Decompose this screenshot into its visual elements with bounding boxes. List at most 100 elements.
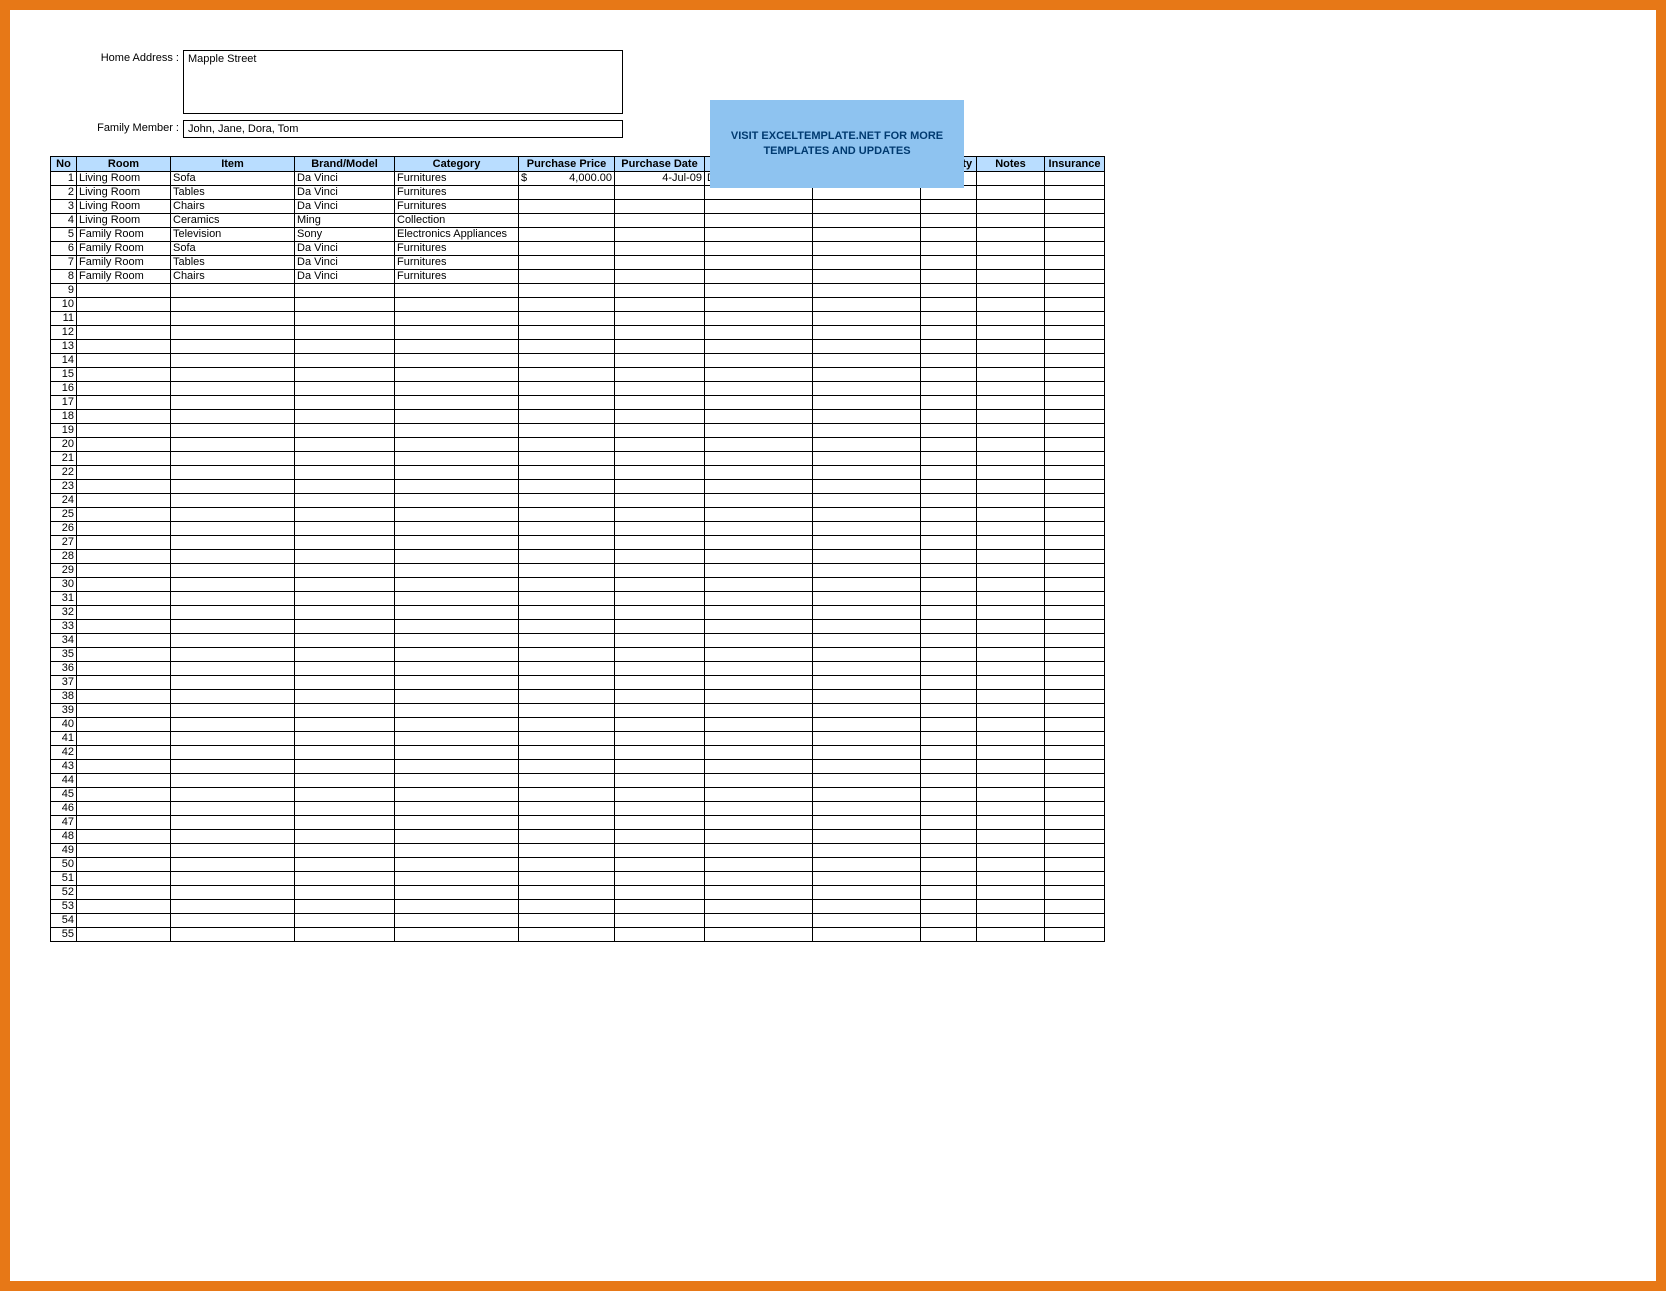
cell-item[interactable]	[171, 732, 295, 746]
cell-category[interactable]	[395, 788, 519, 802]
cell-item[interactable]	[171, 396, 295, 410]
cell-insurance[interactable]	[1045, 662, 1105, 676]
cell-store[interactable]	[705, 788, 813, 802]
cell-date[interactable]	[615, 354, 705, 368]
cell-no[interactable]: 26	[51, 522, 77, 536]
cell-price[interactable]	[519, 340, 615, 354]
cell-date[interactable]	[615, 928, 705, 942]
cell-room[interactable]	[77, 704, 171, 718]
cell-date[interactable]	[615, 256, 705, 270]
cell-category[interactable]	[395, 550, 519, 564]
cell-store[interactable]	[705, 424, 813, 438]
cell-serial[interactable]	[813, 214, 921, 228]
cell-store[interactable]	[705, 634, 813, 648]
cell-serial[interactable]	[813, 872, 921, 886]
cell-insurance[interactable]	[1045, 438, 1105, 452]
cell-store[interactable]	[705, 704, 813, 718]
cell-no[interactable]: 11	[51, 312, 77, 326]
cell-category[interactable]	[395, 830, 519, 844]
cell-category[interactable]	[395, 816, 519, 830]
cell-no[interactable]: 38	[51, 690, 77, 704]
cell-warranty[interactable]	[921, 228, 977, 242]
cell-store[interactable]	[705, 354, 813, 368]
cell-category[interactable]	[395, 606, 519, 620]
cell-insurance[interactable]	[1045, 704, 1105, 718]
cell-brand[interactable]: Da Vinci	[295, 256, 395, 270]
cell-brand[interactable]	[295, 648, 395, 662]
cell-item[interactable]	[171, 466, 295, 480]
cell-date[interactable]	[615, 396, 705, 410]
cell-room[interactable]	[77, 844, 171, 858]
cell-item[interactable]	[171, 536, 295, 550]
cell-price[interactable]	[519, 928, 615, 942]
cell-category[interactable]	[395, 886, 519, 900]
cell-price[interactable]	[519, 774, 615, 788]
cell-room[interactable]	[77, 508, 171, 522]
cell-serial[interactable]	[813, 858, 921, 872]
cell-item[interactable]	[171, 368, 295, 382]
cell-insurance[interactable]	[1045, 410, 1105, 424]
cell-price[interactable]	[519, 256, 615, 270]
cell-store[interactable]	[705, 760, 813, 774]
cell-price[interactable]	[519, 326, 615, 340]
cell-date[interactable]	[615, 438, 705, 452]
cell-room[interactable]	[77, 872, 171, 886]
cell-date[interactable]	[615, 634, 705, 648]
cell-brand[interactable]: Sony	[295, 228, 395, 242]
cell-brand[interactable]	[295, 578, 395, 592]
cell-serial[interactable]	[813, 718, 921, 732]
cell-category[interactable]	[395, 340, 519, 354]
cell-insurance[interactable]	[1045, 256, 1105, 270]
cell-brand[interactable]	[295, 872, 395, 886]
cell-serial[interactable]	[813, 466, 921, 480]
cell-insurance[interactable]	[1045, 914, 1105, 928]
cell-price[interactable]	[519, 802, 615, 816]
cell-warranty[interactable]	[921, 564, 977, 578]
cell-serial[interactable]	[813, 452, 921, 466]
cell-date[interactable]	[615, 606, 705, 620]
cell-no[interactable]: 31	[51, 592, 77, 606]
cell-room[interactable]	[77, 452, 171, 466]
cell-serial[interactable]	[813, 256, 921, 270]
cell-brand[interactable]	[295, 634, 395, 648]
cell-category[interactable]	[395, 634, 519, 648]
cell-item[interactable]	[171, 774, 295, 788]
cell-insurance[interactable]	[1045, 424, 1105, 438]
cell-price[interactable]	[519, 410, 615, 424]
cell-insurance[interactable]	[1045, 606, 1105, 620]
cell-notes[interactable]	[977, 872, 1045, 886]
cell-insurance[interactable]	[1045, 354, 1105, 368]
cell-category[interactable]	[395, 480, 519, 494]
cell-category[interactable]	[395, 564, 519, 578]
cell-category[interactable]	[395, 760, 519, 774]
cell-no[interactable]: 20	[51, 438, 77, 452]
cell-serial[interactable]	[813, 816, 921, 830]
cell-item[interactable]	[171, 886, 295, 900]
cell-no[interactable]: 7	[51, 256, 77, 270]
cell-room[interactable]	[77, 522, 171, 536]
cell-room[interactable]	[77, 354, 171, 368]
cell-room[interactable]	[77, 690, 171, 704]
cell-item[interactable]: Sofa	[171, 172, 295, 186]
cell-store[interactable]	[705, 214, 813, 228]
cell-room[interactable]	[77, 550, 171, 564]
cell-price[interactable]	[519, 186, 615, 200]
cell-category[interactable]	[395, 914, 519, 928]
cell-notes[interactable]	[977, 494, 1045, 508]
cell-serial[interactable]	[813, 298, 921, 312]
cell-room[interactable]	[77, 788, 171, 802]
cell-notes[interactable]	[977, 718, 1045, 732]
cell-warranty[interactable]	[921, 284, 977, 298]
cell-store[interactable]	[705, 452, 813, 466]
cell-warranty[interactable]	[921, 816, 977, 830]
cell-serial[interactable]	[813, 200, 921, 214]
cell-serial[interactable]	[813, 648, 921, 662]
cell-notes[interactable]	[977, 578, 1045, 592]
cell-store[interactable]	[705, 732, 813, 746]
cell-serial[interactable]	[813, 228, 921, 242]
cell-warranty[interactable]	[921, 424, 977, 438]
cell-notes[interactable]	[977, 522, 1045, 536]
cell-warranty[interactable]	[921, 466, 977, 480]
cell-room[interactable]	[77, 606, 171, 620]
cell-room[interactable]	[77, 914, 171, 928]
